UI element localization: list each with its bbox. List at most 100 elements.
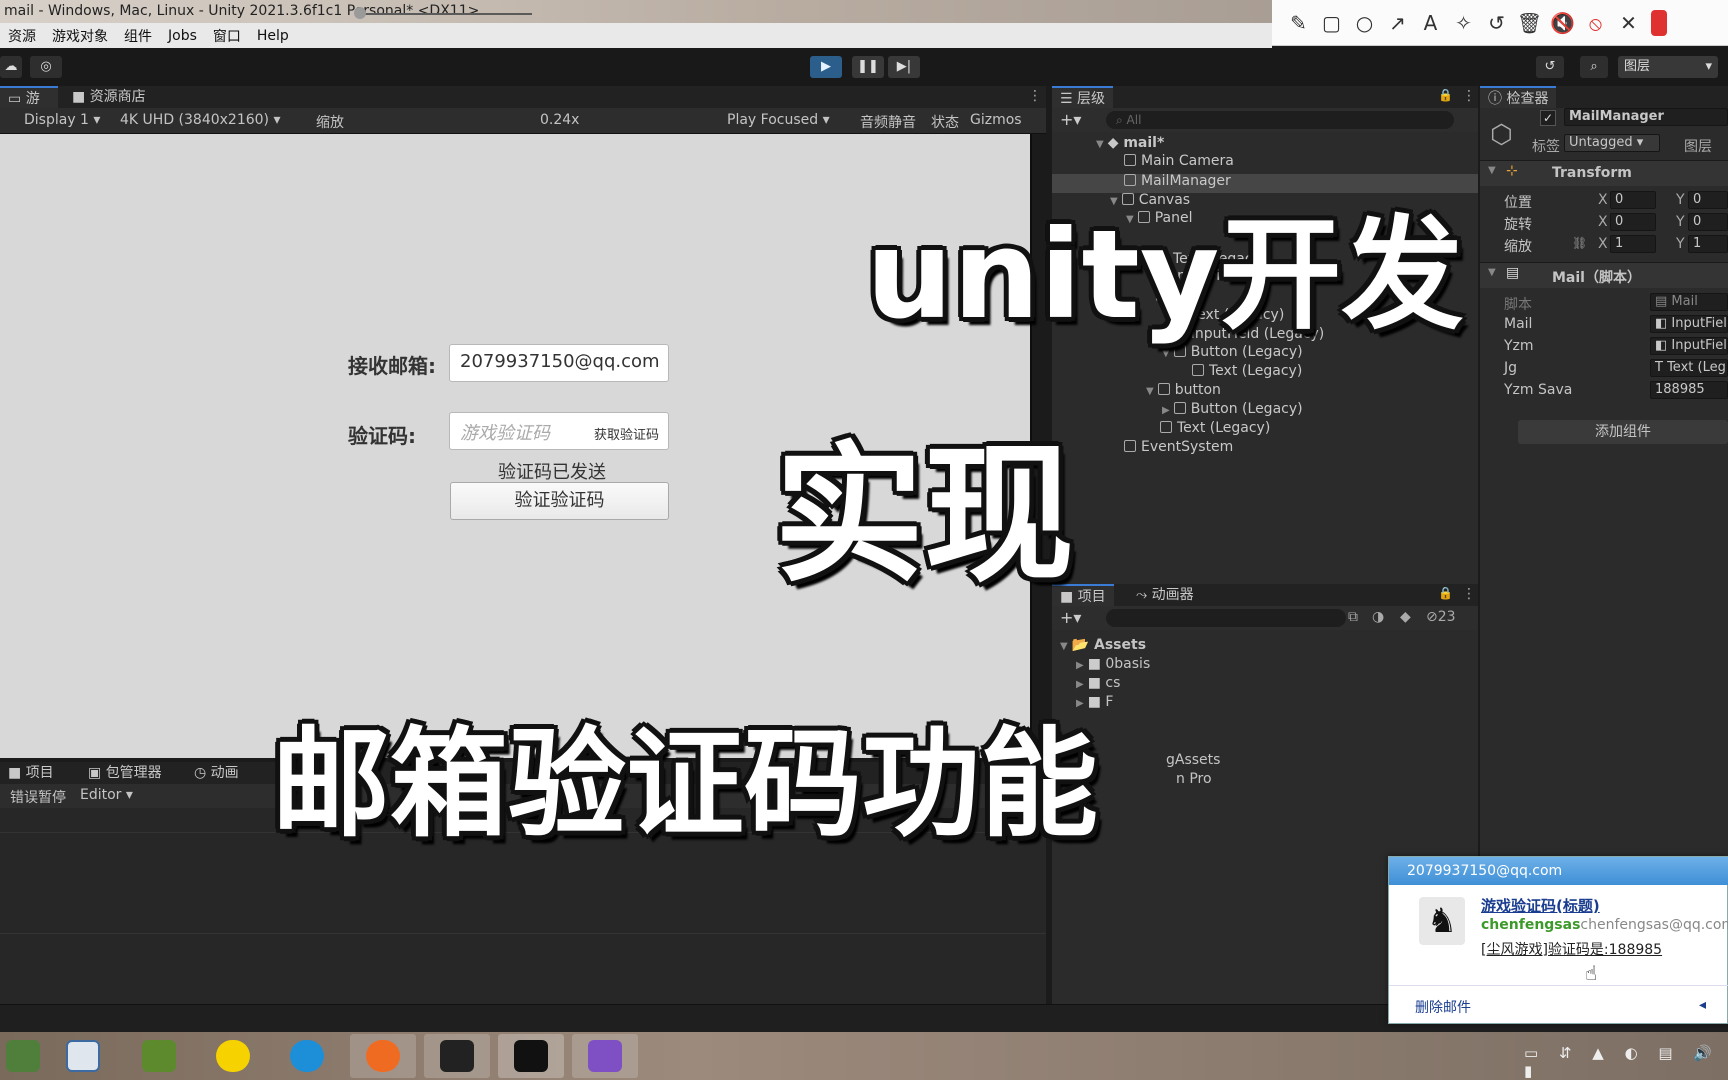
menu-window[interactable]: 窗口 <box>205 26 249 46</box>
taskbar-app-explorer[interactable] <box>50 1034 116 1078</box>
more-options-icon[interactable]: ⋮ <box>1462 88 1476 104</box>
get-code-button[interactable]: 获取验证码 <box>594 424 659 443</box>
rotation-x-field[interactable]: 0 <box>1610 213 1656 231</box>
position-x-field[interactable]: 0 <box>1610 191 1656 209</box>
search-icon[interactable]: ⌕ <box>1580 56 1608 78</box>
tab-animator[interactable]: ⤳ 动画器 <box>1128 584 1202 606</box>
object-name-input[interactable]: MailManager <box>1564 108 1728 126</box>
taskbar-app-unity-hub[interactable] <box>424 1034 490 1078</box>
history-icon[interactable]: ↺ <box>1536 56 1564 78</box>
menu-help[interactable]: Help <box>249 28 297 44</box>
active-checkbox[interactable]: ✓ <box>1540 110 1556 126</box>
rotation-y-field[interactable]: 0 <box>1688 213 1728 231</box>
taskbar-app-unity[interactable] <box>498 1034 564 1078</box>
more-options-icon[interactable]: ⋮ <box>1462 586 1476 602</box>
mute-audio-toggle[interactable]: 音频静音 <box>860 112 916 132</box>
link-icon[interactable]: ⛓ <box>1572 236 1587 250</box>
hierarchy-item[interactable]: ▶ Button (Legacy) <box>1162 400 1303 419</box>
trash-icon[interactable]: 🗑 <box>1513 11 1546 35</box>
tab-inspector[interactable]: ⓘ 检查器 <box>1480 86 1557 108</box>
step-button[interactable]: ▶| <box>888 56 920 78</box>
hierarchy-search-input[interactable]: ⌕ All <box>1106 111 1454 129</box>
tab-hierarchy[interactable]: ☰ 层级 <box>1052 86 1114 108</box>
more-options-icon[interactable]: ⋮ <box>1028 88 1042 104</box>
lock-icon[interactable]: 🔒 <box>1438 88 1453 102</box>
error-pause-toggle[interactable]: 错误暂停 <box>10 787 66 807</box>
lock-icon[interactable]: 🔒 <box>1438 586 1453 600</box>
text-icon[interactable]: A <box>1414 11 1447 35</box>
record-icon[interactable] <box>1651 9 1667 36</box>
taskbar-app-qqmusic[interactable] <box>200 1034 266 1078</box>
speaker-muted-icon[interactable]: 🔇 <box>1546 11 1579 35</box>
scale-y-field[interactable]: 1 <box>1688 235 1728 253</box>
add-button[interactable]: +▾ <box>1060 110 1081 129</box>
mic-muted-icon[interactable]: ⦸ <box>1579 11 1612 35</box>
hierarchy-item[interactable]: Main Camera <box>1124 152 1234 171</box>
arrow-icon[interactable]: ↗ <box>1381 11 1414 35</box>
tab-animation[interactable]: ◷ 动画 <box>186 762 247 784</box>
resolution-dropdown[interactable]: 4K UHD (3840x2160) ▾ <box>120 112 281 128</box>
tag-dropdown[interactable]: Untagged ▾ <box>1564 134 1660 152</box>
taskbar-app-visual-studio[interactable] <box>572 1034 638 1078</box>
taskbar-app-minecraft-launcher[interactable] <box>0 1034 56 1078</box>
hierarchy-item[interactable]: EventSystem <box>1124 438 1233 457</box>
stats-toggle[interactable]: 状态 <box>931 112 959 132</box>
delete-mail-link[interactable]: 删除邮件 <box>1415 997 1471 1017</box>
hierarchy-item[interactable]: Text (Legacy) <box>1192 362 1302 381</box>
collab-icon[interactable]: ◎ <box>30 56 62 78</box>
layers-dropdown[interactable]: 图层 ▾ <box>1618 56 1718 78</box>
close-icon[interactable]: ✕ <box>1612 11 1645 35</box>
list-item[interactable]: ▼ 📂 Assets <box>1060 636 1146 655</box>
tab-asset-store[interactable]: ■ 资源商店 <box>64 86 154 108</box>
menu-jobs[interactable]: Jobs <box>160 28 205 44</box>
hierarchy-item[interactable]: Text (Legacy) <box>1160 419 1270 438</box>
pause-button[interactable]: ❚❚ <box>852 56 884 78</box>
label-filter-icon[interactable]: ◆ <box>1400 609 1411 625</box>
pencil-icon[interactable]: ✎ <box>1282 11 1315 35</box>
play-button[interactable]: ▶ <box>810 56 842 78</box>
rectangle-icon[interactable]: ▢ <box>1315 11 1348 35</box>
system-tray[interactable]: ▭ ⇵ ▲ ◐ ▤ 🔊 ▮ <box>1524 1044 1728 1080</box>
yzm-field[interactable]: ◧ InputFiel <box>1650 337 1728 355</box>
jg-field[interactable]: T Text (Leg <box>1650 359 1728 377</box>
list-item[interactable]: ▶ ■ 0basis <box>1076 655 1150 674</box>
prev-arrow-icon[interactable]: ◂ <box>1699 997 1706 1013</box>
mail-script-section[interactable]: ▼ ▤ Mail（脚本） <box>1480 262 1728 288</box>
taskbar-app-edge[interactable] <box>274 1034 340 1078</box>
mail-field[interactable]: ◧ InputFiel <box>1650 315 1728 333</box>
verify-button[interactable]: 验证验证码 <box>450 482 669 520</box>
menu-component[interactable]: 组件 <box>116 26 160 46</box>
type-filter-icon[interactable]: ◑ <box>1372 609 1384 625</box>
list-item[interactable]: n Pro <box>1176 770 1212 789</box>
zoom-slider[interactable] <box>356 13 532 15</box>
filter-icon[interactable]: ⧉ <box>1348 609 1358 625</box>
mail-subject[interactable]: 游戏验证码(标题) <box>1481 895 1600 916</box>
play-focused-dropdown[interactable]: Play Focused ▾ <box>727 112 830 128</box>
tab-game[interactable]: ▭ 游戏 <box>0 86 58 129</box>
circle-icon[interactable]: ○ <box>1348 11 1381 35</box>
zoom-slider-handle[interactable] <box>353 7 366 19</box>
mail-notification[interactable]: 2079937150@qq.com ♞ 游戏验证码(标题) chenfengsa… <box>1388 856 1728 1024</box>
editor-dropdown[interactable]: Editor ▾ <box>80 787 133 803</box>
gizmos-toggle[interactable]: Gizmos <box>970 112 1022 128</box>
project-search-input[interactable] <box>1106 609 1346 627</box>
hidden-count[interactable]: ⊘23 <box>1426 609 1456 625</box>
taskbar-app-minecraft[interactable] <box>126 1034 192 1078</box>
position-y-field[interactable]: 0 <box>1688 191 1728 209</box>
scale-x-field[interactable]: 1 <box>1610 235 1656 253</box>
mail-preview[interactable]: [尘风游戏]验证码是:188985 <box>1481 939 1662 959</box>
taskbar-app-firefox[interactable] <box>350 1034 416 1078</box>
transform-section[interactable]: ▼ ⊹ Transform <box>1480 160 1728 186</box>
undo-icon[interactable]: ↺ <box>1480 11 1513 35</box>
email-input[interactable]: 2079937150@qq.com <box>449 344 669 382</box>
yzm-sava-field[interactable]: 188985 <box>1650 381 1728 399</box>
add-component-button[interactable]: 添加组件 <box>1518 420 1728 444</box>
list-item[interactable]: gAssets <box>1166 751 1220 770</box>
tab-package-manager[interactable]: ▣ 包管理器 <box>80 762 170 784</box>
display-dropdown[interactable]: Display 1 ▾ <box>24 112 100 128</box>
menu-gameobject[interactable]: 游戏对象 <box>44 26 116 46</box>
tab-project-bottom[interactable]: ■ 项目 <box>0 762 62 784</box>
magic-wand-icon[interactable]: ✧ <box>1447 11 1480 35</box>
cloud-icon[interactable]: ☁ <box>0 56 22 78</box>
hierarchy-item[interactable]: ▼ button <box>1146 381 1221 400</box>
